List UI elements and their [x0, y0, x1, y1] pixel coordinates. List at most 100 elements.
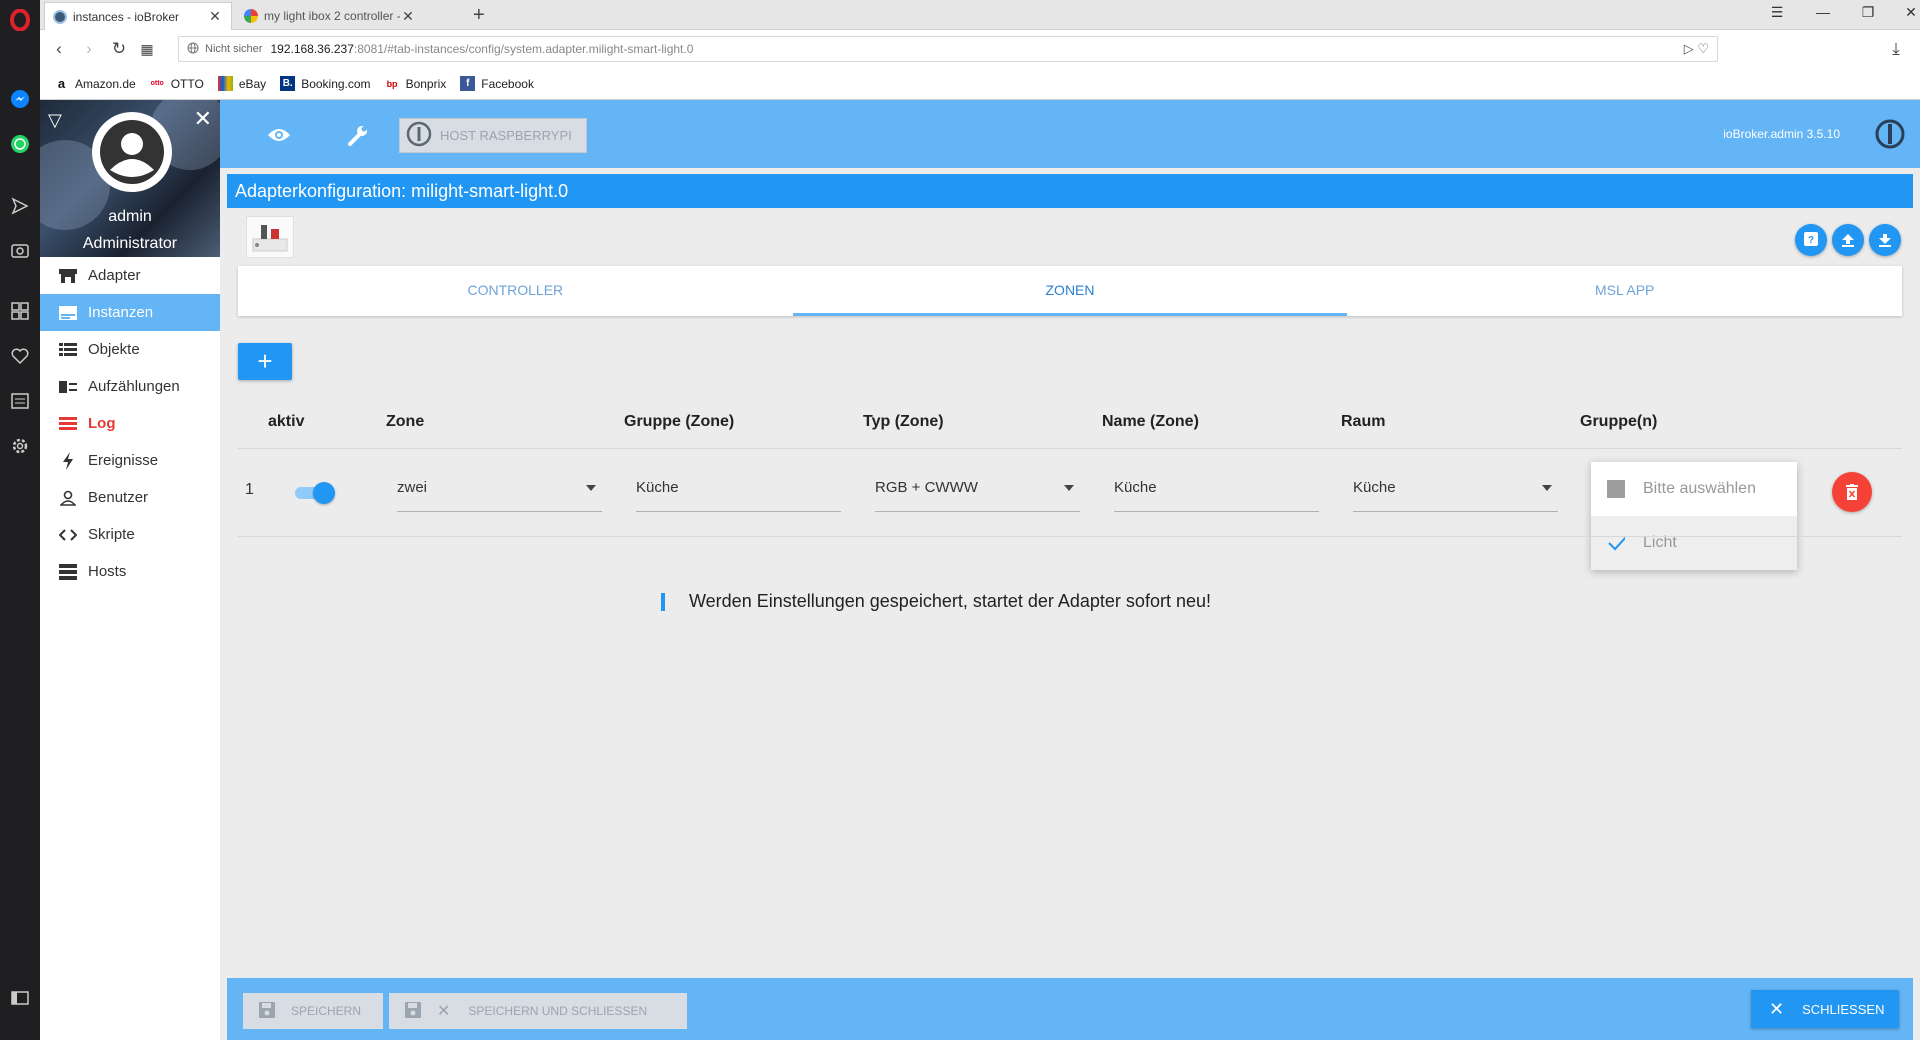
floppy-icon — [259, 1001, 275, 1021]
reload-icon[interactable]: ↻ — [108, 38, 130, 60]
booking-icon: B. — [280, 76, 296, 91]
opera-logo-icon[interactable] — [8, 8, 32, 32]
iobroker-favicon-icon — [53, 9, 67, 24]
sidebar-item-instanzen[interactable]: Instanzen — [40, 294, 220, 331]
host-label: HOST RASPBERRYPI — [440, 128, 572, 143]
code-icon — [58, 526, 78, 544]
tab-zonen[interactable]: ZONEN — [792, 266, 1348, 316]
divider — [238, 448, 1902, 449]
upload-button[interactable] — [1832, 224, 1864, 256]
eye-icon[interactable] — [266, 122, 292, 148]
settings-icon[interactable] — [8, 434, 32, 458]
active-toggle[interactable] — [295, 482, 335, 504]
forward-icon[interactable]: › — [78, 38, 100, 60]
messenger-icon[interactable] — [8, 87, 32, 111]
browser-tab-title: instances - ioBroker — [73, 9, 180, 24]
save-label: SPEICHERN — [291, 1004, 362, 1018]
dropdown-option-licht[interactable]: Licht — [1591, 516, 1797, 570]
room-select[interactable]: Küche — [1353, 470, 1558, 512]
close-icon[interactable]: ✕ — [194, 106, 212, 132]
opera-sidebar — [0, 0, 40, 1040]
bookmark-otto[interactable]: otto OTTO — [150, 76, 204, 91]
restore-icon[interactable]: ❐ — [1853, 4, 1883, 21]
url-host: 192.168.36.237 — [270, 42, 354, 56]
sidebar-item-log[interactable]: Log — [40, 405, 220, 442]
option-label: Bitte auswählen — [1643, 480, 1756, 497]
sidebar-item-aufzaehlungen[interactable]: Aufzählungen — [40, 368, 220, 405]
chevron-down-icon — [1542, 485, 1552, 491]
tab-menu-icon[interactable]: ☰ — [1762, 4, 1792, 21]
tab-controller[interactable]: CONTROLLER — [238, 266, 793, 316]
download-icon[interactable]: ⤓ — [1885, 38, 1907, 60]
speed-dial-icon[interactable] — [8, 299, 32, 323]
tab-msl-app[interactable]: MSL APP — [1347, 266, 1902, 316]
config-tabs: CONTROLLER ZONEN MSL APP — [238, 266, 1902, 316]
groups-dropdown[interactable]: Bitte auswählen Licht — [1591, 462, 1797, 570]
whatsapp-icon[interactable] — [8, 132, 32, 156]
save-close-label: SPEICHERN UND SCHLIESSEN — [468, 1004, 648, 1018]
group-zone-field[interactable]: Küche — [636, 470, 841, 512]
row-index: 1 — [245, 481, 254, 498]
sidebar-item-label: Adapter — [88, 267, 141, 284]
close-window-icon[interactable]: ✕ — [1896, 4, 1920, 21]
wrench-icon[interactable] — [344, 122, 370, 148]
new-tab-icon[interactable]: + — [473, 4, 485, 27]
bookmark-bonprix[interactable]: bp Bonprix — [385, 76, 447, 91]
toggle-knob — [313, 482, 335, 504]
host-selector-button[interactable]: HOST RASPBERRYPI — [399, 118, 587, 153]
bookmark-label: Booking.com — [301, 76, 371, 91]
heart-icon[interactable] — [8, 344, 32, 368]
column-header-zone: Zone — [386, 413, 425, 430]
send-icon[interactable] — [8, 194, 32, 218]
sidebar-item-label: Objekte — [88, 341, 140, 358]
save-and-close-button[interactable]: ✕ SPEICHERN UND SCHLIESSEN — [389, 993, 687, 1029]
sidebar-item-objekte[interactable]: Objekte — [40, 331, 220, 368]
room-value: Küche — [1353, 479, 1396, 496]
security-label[interactable]: Nicht sicher — [205, 43, 262, 55]
add-zone-button[interactable]: + — [238, 343, 292, 380]
sidebar-item-hosts[interactable]: Hosts — [40, 553, 220, 590]
sidebar-item-label: Benutzer — [88, 489, 149, 506]
type-zone-select[interactable]: RGB + CWWW — [875, 470, 1080, 512]
column-header-groups: Gruppe(n) — [1580, 413, 1658, 430]
sidebar-item-label: Log — [88, 415, 116, 432]
iobroker-sidebar: ▽ ✕ admin Administrator Adapter Instanze… — [40, 100, 220, 1040]
column-header-room: Raum — [1341, 413, 1386, 430]
url-path: :8081/#tab-instances/config/system.adapt… — [353, 42, 694, 56]
sidebar-item-skripte[interactable]: Skripte — [40, 516, 220, 553]
sidebar-toggle-icon[interactable] — [8, 986, 32, 1010]
browser-tab-instances[interactable]: instances - ioBroker ✕ — [44, 2, 232, 30]
dropdown-option-none[interactable]: Bitte auswählen — [1591, 462, 1797, 516]
minimize-icon[interactable]: — — [1808, 4, 1838, 20]
menu-toggle-icon[interactable]: ▽ — [48, 110, 62, 131]
save-button[interactable]: SPEICHERN — [243, 993, 383, 1029]
type-zone-value: RGB + CWWW — [875, 479, 978, 496]
browser-tab-search[interactable]: my light ibox 2 controller - ✕ — [236, 2, 424, 30]
help-button[interactable]: ? — [1795, 224, 1827, 256]
bookmark-heart-icon[interactable]: ▷ ♡ — [1684, 41, 1709, 57]
sidebar-item-benutzer[interactable]: Benutzer — [40, 479, 220, 516]
sidebar-item-ereignisse[interactable]: Ereignisse — [40, 442, 220, 479]
url-input[interactable]: Nicht sicher 192.168.36.237 :8081/#tab-i… — [178, 36, 1718, 62]
close-button[interactable]: ✕ SCHLIESSEN — [1751, 990, 1899, 1028]
zone-select[interactable]: zwei — [397, 470, 602, 512]
sidebar-item-adapter[interactable]: Adapter — [40, 257, 220, 294]
camera-icon[interactable] — [8, 238, 32, 262]
enum-icon — [58, 378, 78, 396]
name-zone-field[interactable]: Küche — [1114, 470, 1319, 512]
restart-hint: Werden Einstellungen gespeichert, starte… — [689, 591, 1211, 611]
close-icon[interactable]: ✕ — [207, 8, 223, 25]
info-marker — [661, 593, 665, 611]
download-button[interactable] — [1869, 224, 1901, 256]
back-icon[interactable]: ‹ — [48, 38, 70, 60]
bookmark-booking[interactable]: B. Booking.com — [280, 76, 371, 91]
bookmark-facebook[interactable]: f Facebook — [460, 76, 534, 91]
close-icon[interactable]: ✕ — [400, 8, 416, 25]
adapter-logo — [246, 216, 294, 258]
bookmark-amazon[interactable]: a Amazon.de — [54, 76, 136, 91]
bookmark-ebay[interactable]: eBay — [217, 76, 266, 91]
news-icon[interactable] — [8, 389, 32, 413]
delete-row-button[interactable] — [1832, 472, 1872, 512]
sidebar-item-label: Aufzählungen — [88, 378, 180, 395]
speed-dial-icon[interactable]: ▦ — [136, 38, 158, 60]
